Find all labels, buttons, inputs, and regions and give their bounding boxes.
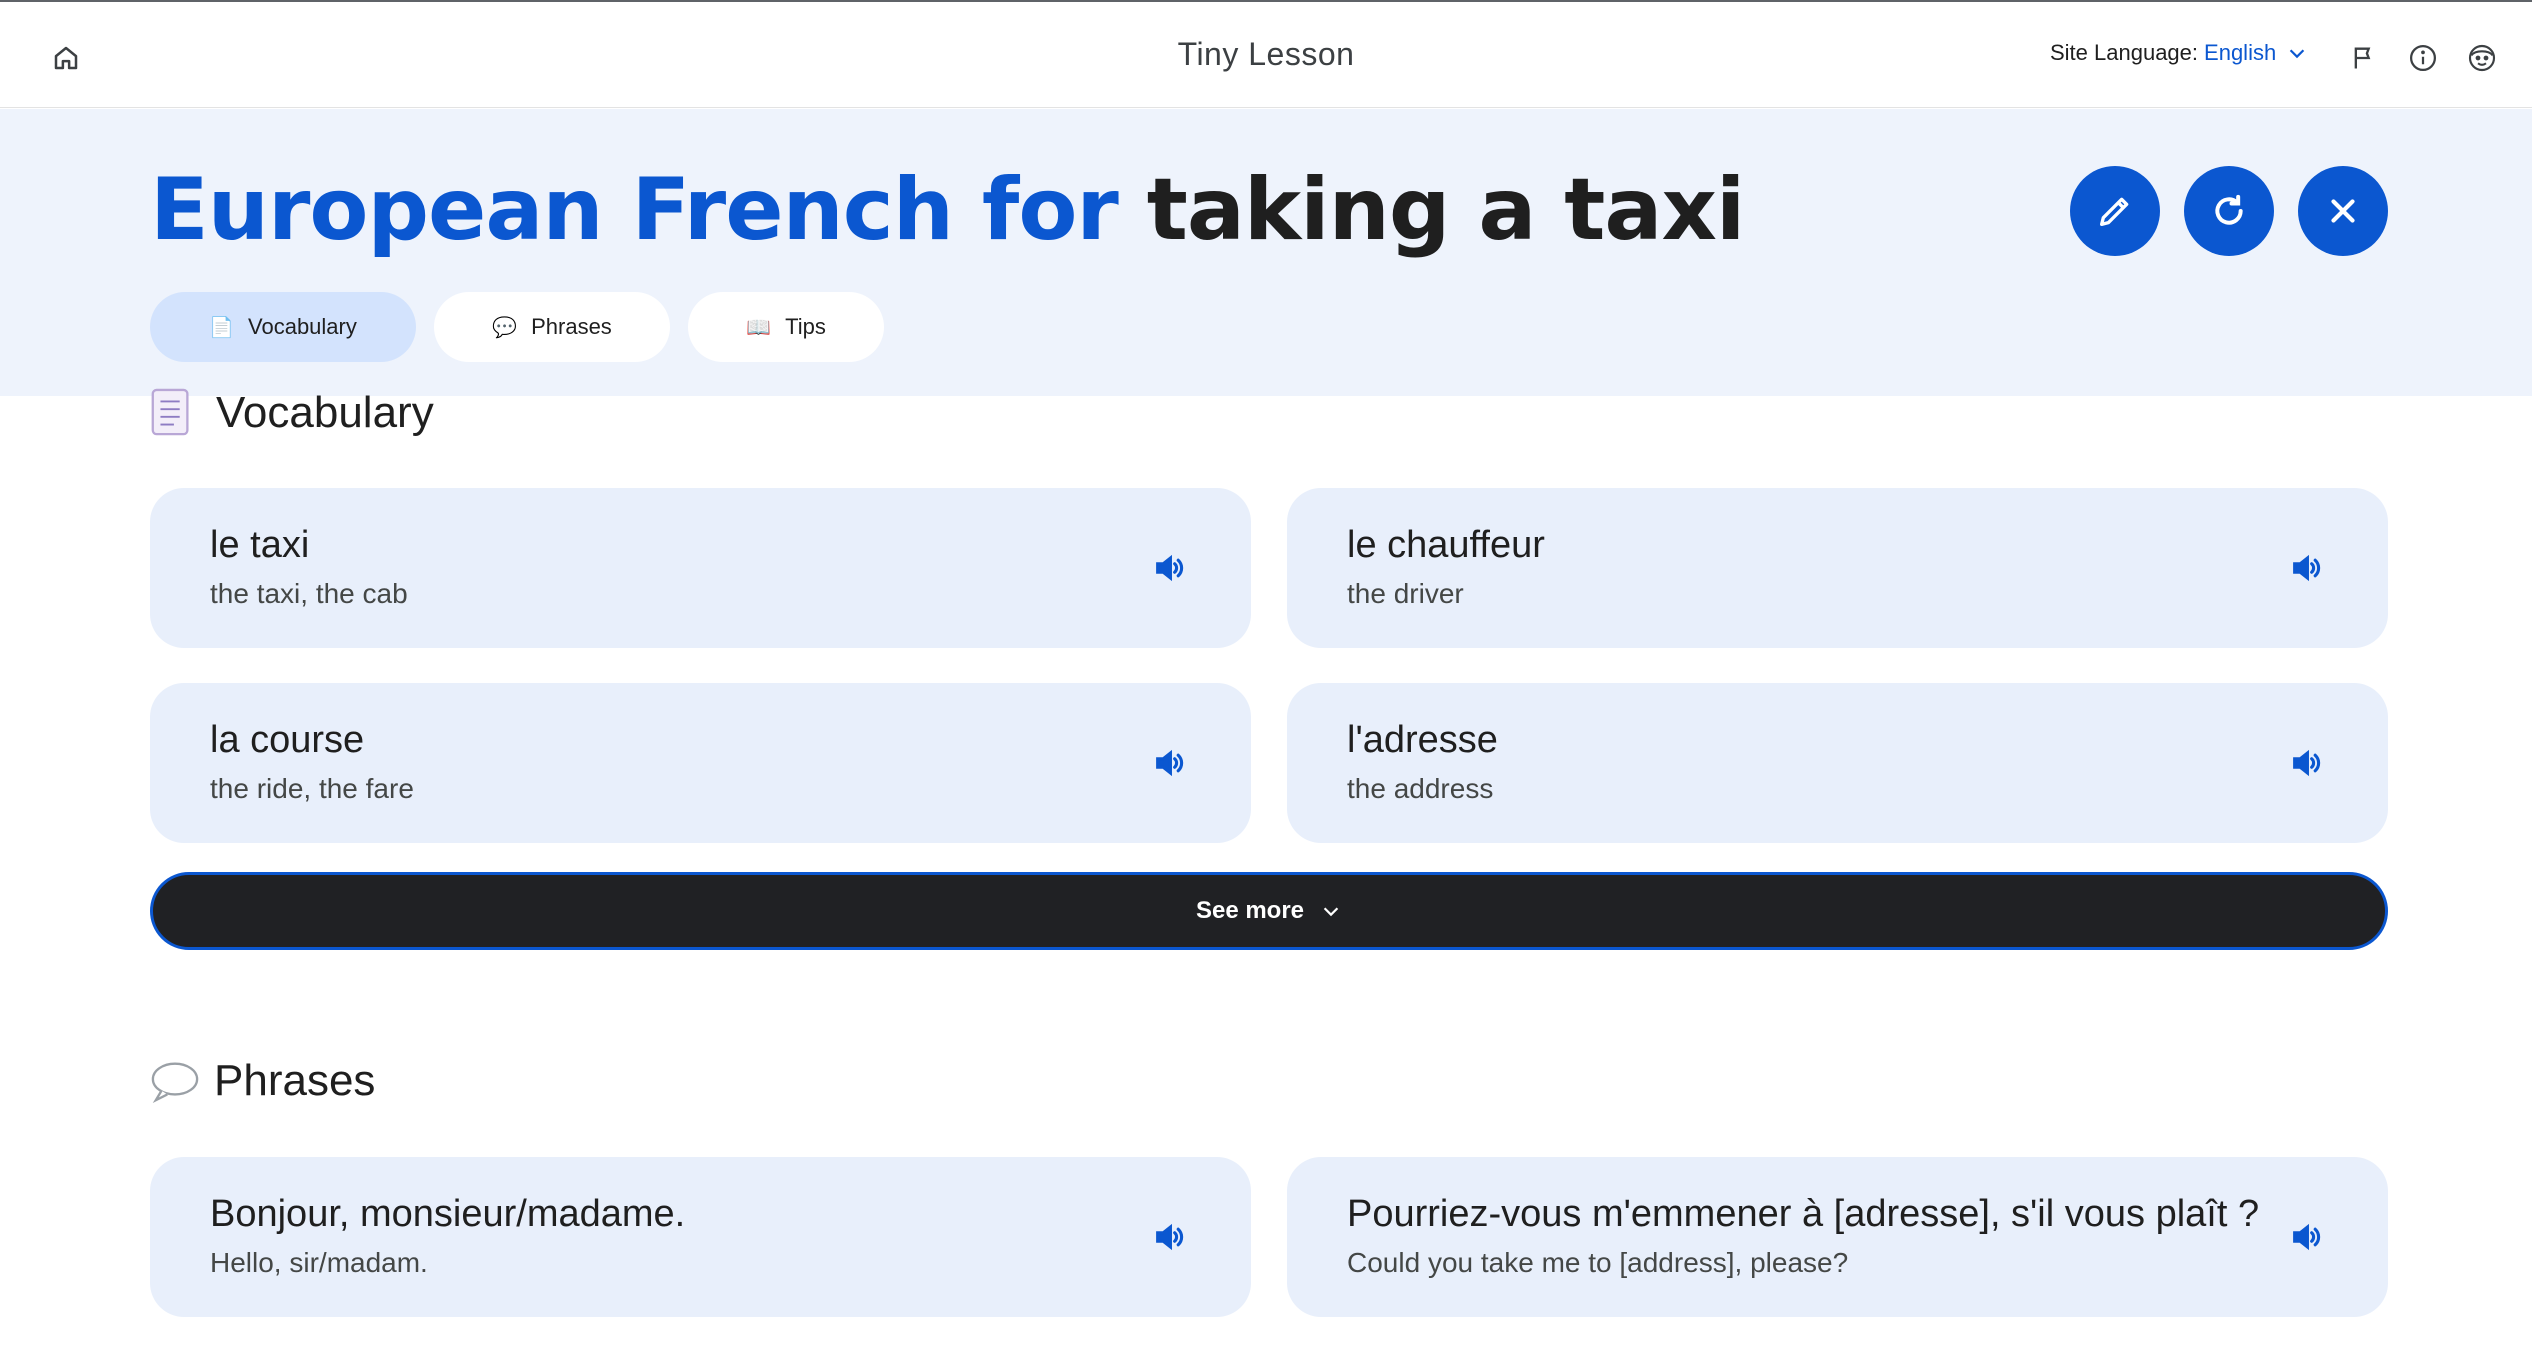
play-audio-button[interactable] <box>2286 548 2326 588</box>
tab-phrases[interactable]: 💬 Phrases <box>434 292 670 362</box>
see-more-label: See more <box>1195 897 1305 924</box>
chevron-down-icon <box>1323 907 1339 917</box>
top-bar: Tiny Lesson Site Language: English <box>0 0 2532 108</box>
regenerate-button[interactable] <box>2184 166 2274 256</box>
phrase-translation: Hello, sir/madam. <box>210 1247 428 1278</box>
site-language-selector[interactable]: Site Language: English <box>2050 40 2308 66</box>
lesson-topic: taking a taxi <box>1146 160 1746 260</box>
vocab-term: le chauffeur <box>1347 524 1545 566</box>
play-audio-button[interactable] <box>1149 743 1189 783</box>
document-icon <box>151 388 189 436</box>
tab-tips[interactable]: 📖 Tips <box>688 292 884 362</box>
refresh-icon <box>2215 194 2243 225</box>
vocab-meaning: the driver <box>1347 578 1464 609</box>
vocab-card: la course the ride, the fare <box>150 683 1251 843</box>
speaker-icon <box>1156 749 1184 777</box>
play-audio-button[interactable] <box>2286 743 2326 783</box>
chevron-down-icon <box>2289 49 2305 59</box>
edit-button[interactable] <box>2070 166 2160 256</box>
vocab-card: l'adresse the address <box>1287 683 2388 843</box>
info-icon <box>2410 45 2436 71</box>
vocab-card: le taxi the taxi, the cab <box>150 488 1251 648</box>
speech-bubble-icon: 💬 <box>492 316 518 339</box>
play-audio-button[interactable] <box>1149 1217 1189 1257</box>
tab-label: Vocabulary <box>248 314 357 339</box>
close-icon <box>2331 199 2355 223</box>
phrase-card: Pourriez-vous m'emmener à [adresse], s'i… <box>1287 1157 2388 1317</box>
speaker-icon <box>1156 1223 1184 1251</box>
flag-icon <box>2354 47 2371 69</box>
play-audio-button[interactable] <box>1149 548 1189 588</box>
vocab-meaning: the address <box>1347 773 1494 804</box>
phrases-heading: Phrases <box>150 1056 375 1106</box>
speaker-icon <box>2293 749 2321 777</box>
speaker-icon <box>2293 1223 2321 1251</box>
tab-vocabulary[interactable]: 📄 Vocabulary <box>150 292 416 362</box>
vocab-card: le chauffeur the driver <box>1287 488 2388 648</box>
section-tabs: 📄 Vocabulary 💬 Phrases 📖 Tips <box>150 292 884 362</box>
document-icon: 📄 <box>209 316 235 339</box>
vocab-meaning: the taxi, the cab <box>210 578 408 609</box>
site-language-value: English <box>2204 40 2277 65</box>
see-more-button[interactable]: See more <box>150 872 2388 950</box>
vocab-term: le taxi <box>210 524 310 566</box>
vocab-term: l'adresse <box>1347 719 1498 761</box>
vocab-meaning: the ride, the fare <box>210 773 414 804</box>
book-icon: 📖 <box>746 316 772 339</box>
account-button[interactable] <box>2462 38 2502 78</box>
phrase-text: Bonjour, monsieur/madame. <box>210 1193 686 1235</box>
vocabulary-heading: Vocabulary <box>150 388 434 438</box>
lesson-title: European French for taking a taxi <box>150 160 1746 260</box>
speaker-icon <box>1156 554 1184 582</box>
speaker-icon <box>2293 554 2321 582</box>
close-button[interactable] <box>2298 166 2388 256</box>
pencil-icon <box>2100 197 2129 226</box>
mascot-icon <box>2468 44 2496 72</box>
report-button[interactable] <box>2344 38 2384 78</box>
site-language-label: Site Language: <box>2050 40 2199 65</box>
speech-bubble-icon <box>151 1062 199 1103</box>
play-audio-button[interactable] <box>2286 1217 2326 1257</box>
section-heading-text: Phrases <box>214 1056 376 1105</box>
vocab-term: la course <box>210 719 365 761</box>
phrase-text: Pourriez-vous m'emmener à [adresse], s'i… <box>1347 1193 2260 1235</box>
lesson-language: European French for <box>150 160 1119 260</box>
tab-label: Phrases <box>531 314 612 339</box>
section-heading-text: Vocabulary <box>216 388 434 437</box>
info-button[interactable] <box>2403 38 2443 78</box>
phrase-card: Bonjour, monsieur/madame. Hello, sir/mad… <box>150 1157 1251 1317</box>
tab-label: Tips <box>785 314 826 339</box>
phrase-translation: Could you take me to [address], please? <box>1347 1247 1849 1278</box>
